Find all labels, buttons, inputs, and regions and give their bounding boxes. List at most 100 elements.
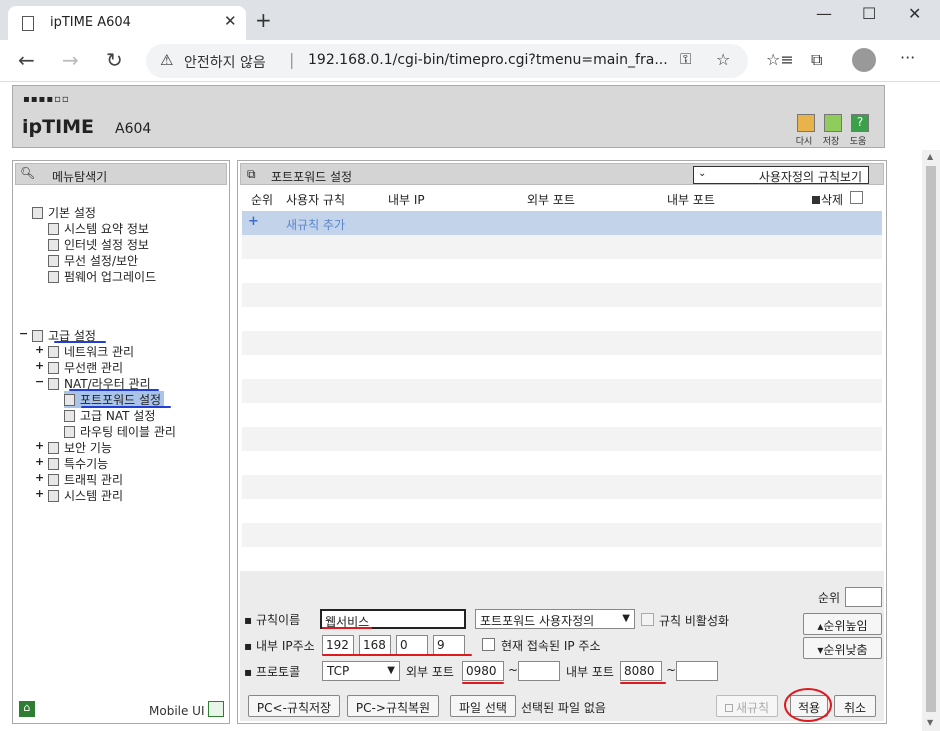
cancel-button[interactable]: 취소: [834, 695, 876, 717]
tree-item-system-summary[interactable]: 시스템 요약 정보: [48, 220, 149, 237]
tree-item-routing-table[interactable]: 라우팅 테이블 관리: [64, 423, 176, 440]
router-icon: [48, 378, 59, 390]
save-icon: [824, 114, 842, 132]
minimize-icon[interactable]: —: [816, 4, 832, 23]
mobile-icon[interactable]: [208, 701, 224, 717]
tree-item-system[interactable]: 시스템 관리: [48, 487, 123, 504]
disable-rule-checkbox[interactable]: [641, 613, 654, 626]
favorites-list-icon[interactable]: ☆≡: [766, 50, 794, 69]
expand-special-icon[interactable]: +: [35, 455, 44, 468]
page-icon: [64, 410, 75, 422]
expand-traffic-icon[interactable]: +: [35, 471, 44, 484]
plus-box-icon: [724, 704, 733, 712]
reload-config-button[interactable]: 다시: [796, 114, 816, 147]
tree-item-wireless-security[interactable]: 무선 설정/보안: [48, 252, 138, 269]
file-select-button[interactable]: 파일 선택: [450, 695, 516, 717]
expand-system-icon[interactable]: +: [35, 487, 44, 500]
current-ip-label: 현재 접속된 IP 주소: [501, 639, 601, 653]
restore-rules-from-pc-button[interactable]: PC->규칙복원: [347, 695, 439, 717]
collections-icon[interactable]: ⧉: [811, 50, 822, 70]
save-rules-to-pc-button[interactable]: PC<-규칙저장: [248, 695, 340, 717]
int-port-from-input[interactable]: 8080: [620, 661, 662, 681]
tree-item-firmware-upgrade[interactable]: 펌웨어 업그레이드: [48, 268, 156, 285]
key-icon[interactable]: ⚿: [680, 50, 691, 68]
tree-label: 고급 NAT 설정: [80, 409, 156, 423]
chevron-down-icon: ⌄: [698, 168, 707, 179]
traffic-chart-icon: [48, 474, 59, 486]
favorite-star-icon[interactable]: ☆: [716, 50, 730, 69]
forward-icon[interactable]: →: [62, 48, 79, 72]
chart-icon: [48, 490, 59, 502]
save-config-button[interactable]: 저장: [823, 114, 843, 147]
maximize-icon[interactable]: ☐: [862, 4, 876, 23]
warning-icon[interactable]: ⚠: [160, 51, 173, 69]
priority-up-button[interactable]: ▴순위높임: [803, 613, 882, 635]
ext-port-from-input[interactable]: 0980: [462, 661, 504, 681]
url-bar[interactable]: ⚠ 안전하지 않음 | 192.168.0.1/cgi-bin/timepro.…: [146, 44, 748, 78]
back-icon[interactable]: ←: [18, 48, 35, 72]
expand-wireless-icon[interactable]: +: [35, 359, 44, 372]
tree-item-special[interactable]: 특수기능: [48, 455, 108, 472]
ip-octet-1[interactable]: 192: [322, 635, 354, 655]
priority-down-button[interactable]: ▾순위낮춤: [803, 637, 882, 659]
collapse-nat-icon[interactable]: −: [35, 375, 44, 388]
close-tab-icon[interactable]: ✕: [224, 12, 237, 30]
scrollbar-thumb[interactable]: [926, 166, 936, 712]
network-icon: [48, 346, 59, 358]
menu-navigator: 🔍︎ 메뉴탐색기 기본 설정 시스템 요약 정보 인터넷 설정 정보 무선 설정…: [12, 160, 230, 724]
collapse-advanced-icon[interactable]: −: [19, 327, 28, 340]
col-delete-label: 삭제: [821, 193, 844, 207]
rule-view-select[interactable]: ⌄ 사용자정의 규칙보기: [693, 166, 869, 184]
tree-item-internet-info[interactable]: 인터넷 설정 정보: [48, 236, 149, 253]
tree-item-traffic[interactable]: 트래픽 관리: [48, 471, 123, 488]
new-tab-icon[interactable]: +: [255, 8, 272, 32]
tree-basic-settings[interactable]: 기본 설정: [32, 204, 96, 221]
url-text[interactable]: 192.168.0.1/cgi-bin/timepro.cgi?tmenu=ma…: [308, 52, 668, 68]
protocol-select[interactable]: TCP ▼: [322, 661, 400, 681]
rule-type-select[interactable]: 포트포워드 사용자정의 ▼: [475, 609, 635, 629]
expand-network-icon[interactable]: +: [35, 343, 44, 356]
add-rule-row[interactable]: + 새규칙 추가: [242, 211, 882, 235]
current-ip-checkbox[interactable]: [482, 638, 495, 651]
new-rule-button[interactable]: 새규칙: [716, 695, 778, 717]
tilde: ~: [666, 663, 677, 677]
reload-icon[interactable]: ↻: [106, 48, 123, 72]
expand-security-icon[interactable]: +: [35, 439, 44, 452]
int-port-to-input[interactable]: [676, 661, 718, 681]
table-row: [242, 283, 882, 307]
port-forward-panel: ⧉ 포트포워드 설정 ⌄ 사용자정의 규칙보기 순위 사용자 규칙 내부 IP …: [237, 160, 887, 724]
more-menu-icon[interactable]: ···: [900, 48, 915, 67]
red-underline-annotation: [620, 682, 666, 684]
profile-avatar[interactable]: [852, 48, 876, 72]
ip-octet-2[interactable]: 168: [359, 635, 391, 655]
logo-dots-icon: ▪▪▪▪▫▫: [23, 94, 70, 105]
browser-tab[interactable]: ipTIME A604 ✕: [8, 6, 246, 40]
page-icon: [22, 16, 34, 31]
tree-item-wireless[interactable]: 무선랜 관리: [48, 359, 123, 376]
delete-all-checkbox[interactable]: [850, 191, 863, 204]
tree-item-network[interactable]: 네트워크 관리: [48, 343, 134, 360]
rule-view-value: 사용자정의 규칙보기: [758, 170, 862, 184]
rule-name-label: ▪ 규칙이름: [244, 613, 301, 627]
panel-header: ⧉ 포트포워드 설정 ⌄ 사용자정의 규칙보기: [240, 163, 884, 185]
home-icon[interactable]: ⌂: [19, 701, 35, 717]
rule-name-input[interactable]: 웹서비스: [320, 609, 466, 629]
lock-icon: [48, 442, 59, 454]
ext-port-to-input[interactable]: [518, 661, 560, 681]
rule-type-value: 포트포워드 사용자정의: [480, 614, 595, 628]
table-row: [242, 451, 882, 475]
mobile-ui-label[interactable]: Mobile UI: [149, 704, 205, 718]
ip-octet-3[interactable]: 0: [396, 635, 428, 655]
scroll-up-icon[interactable]: ▲: [927, 152, 933, 161]
table-row: [242, 235, 882, 259]
protocol-label-text: 프로토콜: [255, 665, 301, 679]
tree-item-security[interactable]: 보안 기능: [48, 439, 112, 456]
close-window-icon[interactable]: ✕: [908, 4, 921, 23]
page-scrollbar[interactable]: ▲ ▼: [922, 150, 940, 731]
help-button[interactable]: ? 도움: [850, 114, 870, 147]
tree-item-advanced-nat[interactable]: 고급 NAT 설정: [64, 407, 155, 424]
scroll-down-icon[interactable]: ▼: [927, 718, 933, 727]
ip-octet-4[interactable]: 9: [433, 635, 465, 655]
table-row: [242, 307, 882, 331]
priority-input[interactable]: [845, 587, 882, 607]
